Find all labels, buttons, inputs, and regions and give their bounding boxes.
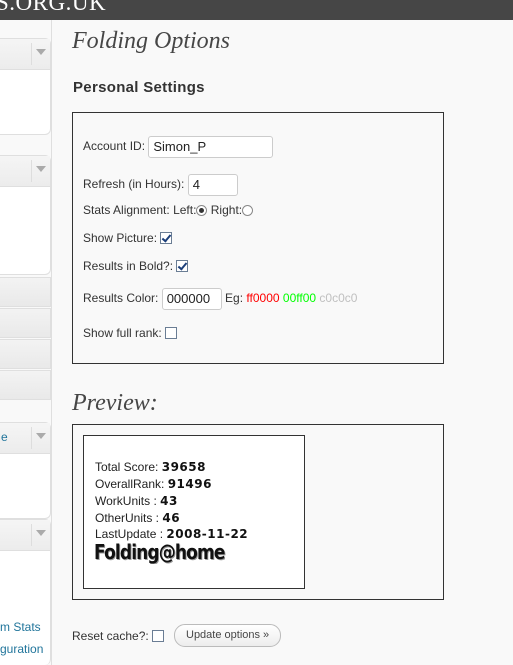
stat-last-update: LastUpdate : 2008-11-22 <box>95 527 249 541</box>
sidebar-link-stats[interactable]: m Stats <box>0 620 41 634</box>
example-green: 00ff00 <box>282 291 317 306</box>
sidebar-menu-item[interactable] <box>0 277 51 307</box>
show-picture-checkbox[interactable] <box>160 232 173 244</box>
bold-label: Results in Bold?: <box>83 259 174 273</box>
account-label: Account ID: <box>83 139 146 154</box>
alignment-right-label: Right: <box>210 203 243 217</box>
sidebar-widget-3: e <box>0 422 51 519</box>
stats-preview-card: Total Score: 39658 OverallRank: 91496 Wo… <box>83 435 305 589</box>
section-title: Personal Settings <box>73 79 205 96</box>
reset-cache-row: Reset cache?: <box>72 629 165 643</box>
sidebar-widget-1 <box>0 38 51 135</box>
account-id-input[interactable]: Simon_P <box>148 136 274 158</box>
alignment-right-radio[interactable] <box>242 205 254 216</box>
show-picture-label: Show Picture: <box>83 231 158 245</box>
folding-at-home-logo: Folding@home <box>94 540 225 564</box>
stat-other-units: OtherUnits : 46 <box>95 511 181 525</box>
example-grey: c0c0c0 <box>319 291 358 306</box>
reset-cache-checkbox[interactable] <box>152 630 165 642</box>
update-options-button[interactable]: Update options » <box>174 624 282 647</box>
example-red: ff0000 <box>246 291 280 306</box>
alignment-label: Stats Alignment: <box>83 203 170 217</box>
refresh-label: Refresh (in Hours): <box>83 177 185 192</box>
chevron-down-icon[interactable] <box>36 433 46 439</box>
admin-sidebar: e m Stats guration <box>0 20 58 665</box>
results-bold-checkbox[interactable] <box>176 260 189 272</box>
sidebar-widget-header[interactable] <box>0 520 50 551</box>
stat-overall-rank: OverallRank: 91496 <box>95 477 212 491</box>
sidebar-widget-2 <box>0 155 51 275</box>
eg-label: Eg: <box>225 291 244 306</box>
alignment-left-label: Left: <box>173 203 197 217</box>
color-row: Results Color: 000000 Eg: ff0000 00ff00 … <box>83 288 357 310</box>
preview-title: Preview: <box>72 390 158 416</box>
reset-cache-label: Reset cache?: <box>72 629 149 643</box>
page-title: Folding Options <box>72 28 231 54</box>
sidebar-widget-header[interactable]: e <box>0 423 50 454</box>
sidebar-widget-header[interactable] <box>0 156 50 187</box>
alignment-left-radio[interactable] <box>196 205 208 216</box>
account-row: Account ID: Simon_P <box>83 136 274 158</box>
site-title[interactable]: S.ORG.UK <box>0 0 106 16</box>
sidebar-menu-item[interactable] <box>0 370 51 400</box>
sidebar-link-configuration[interactable]: guration <box>0 642 43 656</box>
refresh-hours-input[interactable]: 4 <box>187 174 238 196</box>
show-picture-row: Show Picture: <box>83 231 173 245</box>
refresh-row: Refresh (in Hours): 4 <box>83 174 238 196</box>
results-color-label: Results Color: <box>83 291 159 306</box>
bold-row: Results in Bold?: <box>83 259 189 273</box>
preview-panel: Total Score: 39658 OverallRank: 91496 Wo… <box>72 424 444 600</box>
sidebar-widget-title[interactable]: e <box>1 430 8 444</box>
sidebar-widget-header[interactable] <box>0 39 50 70</box>
chevron-down-icon[interactable] <box>36 49 46 55</box>
admin-header-bar: S.ORG.UK <box>0 0 513 20</box>
sidebar-divider <box>51 20 52 665</box>
sidebar-menu-item[interactable] <box>0 339 51 369</box>
results-color-input[interactable]: 000000 <box>161 288 222 310</box>
sidebar-menu-item[interactable] <box>0 308 51 338</box>
chevron-down-icon[interactable] <box>36 166 46 172</box>
personal-settings-panel: Account ID: Simon_P Refresh (in Hours): … <box>72 112 444 364</box>
alignment-row: Stats Alignment: Left: Right: <box>83 203 254 217</box>
full-rank-checkbox[interactable] <box>165 327 178 339</box>
stat-total-score: Total Score: 39658 <box>95 460 206 474</box>
full-rank-label: Show full rank: <box>83 326 162 340</box>
stat-work-units: WorkUnits : 43 <box>95 494 178 508</box>
chevron-down-icon[interactable] <box>36 530 46 536</box>
full-rank-row: Show full rank: <box>83 326 178 340</box>
